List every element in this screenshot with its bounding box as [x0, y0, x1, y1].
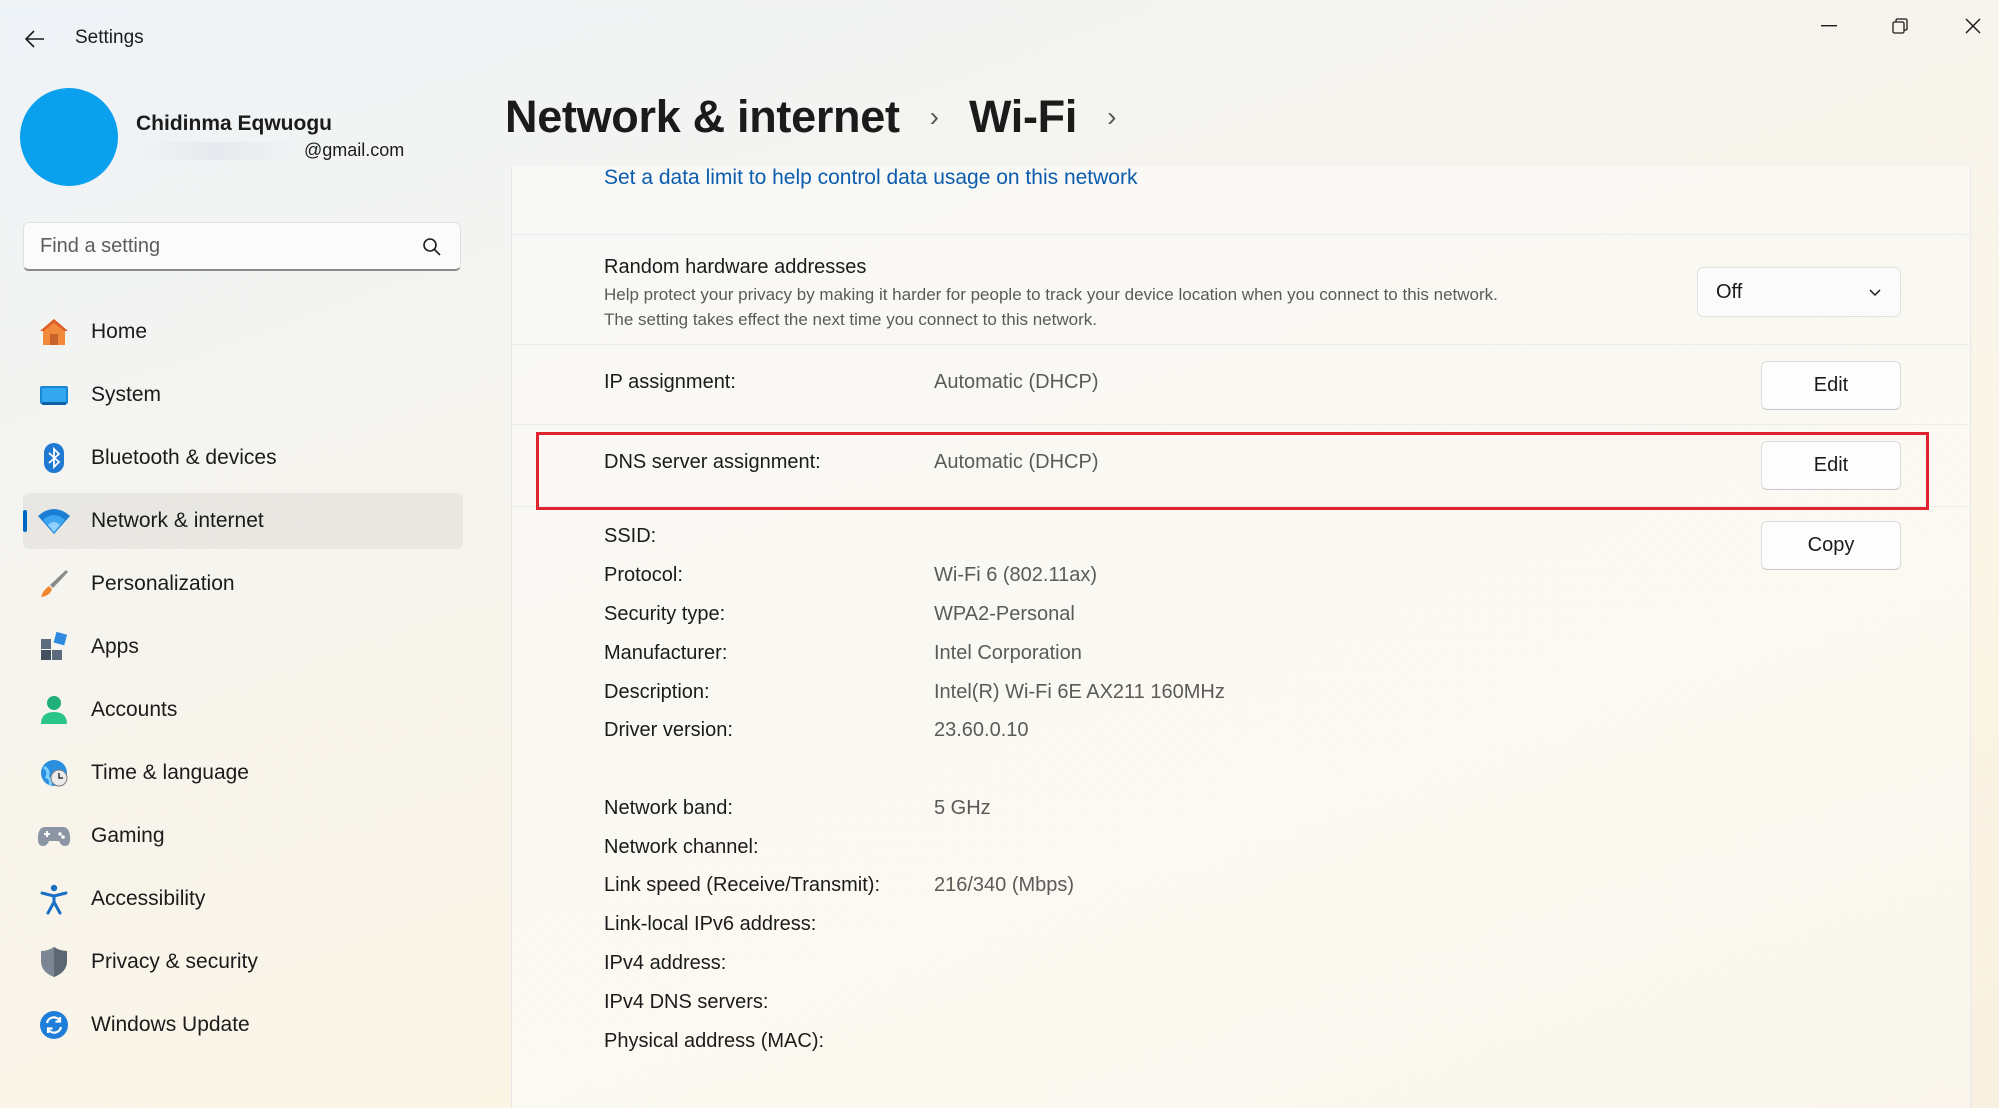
brush-icon	[37, 567, 71, 601]
property-value: 5 GHz	[934, 797, 991, 819]
breadcrumb-wifi[interactable]: Wi-Fi	[969, 91, 1077, 143]
divider	[512, 234, 1972, 235]
system-icon	[37, 378, 71, 412]
sidebar-item-label: Apps	[91, 635, 139, 658]
property-label: Manufacturer:	[604, 642, 728, 664]
restore-button[interactable]	[1870, 6, 1930, 46]
avatar	[20, 88, 118, 186]
chevron-down-icon	[1869, 289, 1881, 297]
bluetooth-icon	[37, 441, 71, 475]
sidebar-item-label: Privacy & security	[91, 950, 258, 973]
property-value: WPA2-Personal	[934, 603, 1075, 625]
sidebar-item-label: Accessibility	[91, 887, 206, 910]
sidebar-item-privacy[interactable]: Privacy & security	[23, 934, 463, 990]
redacted-email-prefix	[136, 142, 302, 161]
divider	[512, 424, 1972, 425]
property-label: Link speed (Receive/Transmit):	[604, 874, 881, 896]
random-hw-title: Random hardware addresses	[604, 256, 867, 278]
property-label: Security type:	[604, 603, 726, 625]
copy-button[interactable]: Copy	[1761, 521, 1901, 570]
sidebar-item-label: System	[91, 383, 162, 406]
sidebar-item-time-language[interactable]: Time & language	[23, 745, 463, 801]
breadcrumb-network-internet[interactable]: Network & internet	[505, 91, 900, 143]
sidebar-item-windows-update[interactable]: Windows Update	[23, 997, 463, 1053]
close-button[interactable]	[1943, 6, 1999, 46]
title-bar: Settings	[0, 0, 1999, 76]
sidebar-item-label: Time & language	[91, 761, 249, 784]
gamepad-icon	[37, 819, 71, 853]
ip-assignment-label: IP assignment:	[604, 371, 736, 393]
sidebar-item-label: Gaming	[91, 824, 165, 847]
property-value: Intel Corporation	[934, 642, 1082, 664]
apps-icon	[37, 630, 71, 664]
ip-edit-button[interactable]: Edit	[1761, 361, 1901, 410]
chevron-right-icon: ›	[929, 101, 939, 132]
sidebar-item-label: Accounts	[91, 698, 178, 721]
dns-assignment-value: Automatic (DHCP)	[934, 451, 1099, 473]
sidebar-item-network[interactable]: Network & internet	[23, 493, 463, 549]
sidebar-item-apps[interactable]: Apps	[23, 619, 463, 675]
sidebar-item-bluetooth[interactable]: Bluetooth & devices	[23, 430, 463, 486]
property-label: Description:	[604, 681, 710, 703]
property-value: Wi-Fi 6 (802.11ax)	[934, 564, 1098, 586]
wifi-properties-panel: Set a data limit to help control data us…	[511, 166, 1972, 1108]
chevron-right-icon: ›	[1107, 101, 1117, 132]
user-profile[interactable]: Chidinma Eqwuogu @gmail.com	[20, 88, 480, 186]
property-label: IPv4 address:	[604, 952, 727, 974]
property-label: Network channel:	[604, 836, 759, 858]
property-label: Driver version:	[604, 719, 733, 741]
dns-edit-button[interactable]: Edit	[1761, 441, 1901, 490]
divider	[512, 506, 1972, 507]
user-name: Chidinma Eqwuogu	[136, 112, 332, 135]
back-arrow-icon	[25, 30, 44, 48]
search-icon[interactable]	[422, 237, 442, 257]
sidebar-nav: Home System Bluetooth & devices Network …	[23, 304, 463, 1060]
wifi-icon	[37, 504, 71, 538]
sidebar-item-gaming[interactable]: Gaming	[23, 808, 463, 864]
breadcrumb: Network & internet › Wi-Fi ›	[505, 86, 1146, 148]
property-value: Intel(R) Wi-Fi 6E AX211 160MHz	[934, 681, 1225, 703]
search-input[interactable]	[24, 223, 394, 269]
sidebar-item-accessibility[interactable]: Accessibility	[23, 871, 463, 927]
data-limit-link[interactable]: Set a data limit to help control data us…	[604, 166, 1137, 190]
property-label: Physical address (MAC):	[604, 1030, 825, 1052]
sidebar-item-label: Windows Update	[91, 1013, 250, 1036]
sidebar-item-label: Personalization	[91, 572, 235, 595]
accounts-icon	[37, 693, 71, 727]
back-button[interactable]	[18, 22, 52, 56]
sidebar-item-label: Home	[91, 320, 148, 343]
sidebar-item-system[interactable]: System	[23, 367, 463, 423]
update-icon	[37, 1008, 71, 1042]
dropdown-value: Off	[1716, 280, 1743, 303]
shield-icon	[37, 945, 71, 979]
home-icon	[37, 315, 71, 349]
property-label: SSID:	[604, 525, 657, 547]
random-hw-dropdown[interactable]: Off	[1697, 267, 1901, 317]
sidebar-item-label: Network & internet	[91, 509, 264, 532]
sidebar-item-accounts[interactable]: Accounts	[23, 682, 463, 738]
accessibility-icon	[37, 882, 71, 916]
property-value: 216/340 (Mbps)	[934, 874, 1075, 896]
divider	[512, 344, 1972, 345]
search-box[interactable]	[23, 222, 461, 271]
minimize-icon	[1821, 25, 1837, 27]
property-label: Protocol:	[604, 564, 683, 586]
property-label: IPv4 DNS servers:	[604, 991, 769, 1013]
property-label: Network band:	[604, 797, 733, 819]
sidebar-item-label: Bluetooth & devices	[91, 446, 277, 469]
random-hw-description: Help protect your privacy by making it h…	[604, 285, 1498, 329]
minimize-button[interactable]	[1799, 6, 1859, 46]
sidebar-item-home[interactable]: Home	[23, 304, 463, 360]
property-label: Link-local IPv6 address:	[604, 913, 817, 935]
globe-clock-icon	[37, 756, 71, 790]
ip-assignment-value: Automatic (DHCP)	[934, 371, 1099, 393]
restore-icon	[1892, 18, 1908, 34]
dns-assignment-label: DNS server assignment:	[604, 451, 821, 473]
app-title: Settings	[75, 27, 144, 48]
close-icon	[1965, 18, 1981, 34]
property-value: 23.60.0.10	[934, 719, 1029, 741]
user-email: @gmail.com	[136, 140, 404, 161]
sidebar-item-personalization[interactable]: Personalization	[23, 556, 463, 612]
